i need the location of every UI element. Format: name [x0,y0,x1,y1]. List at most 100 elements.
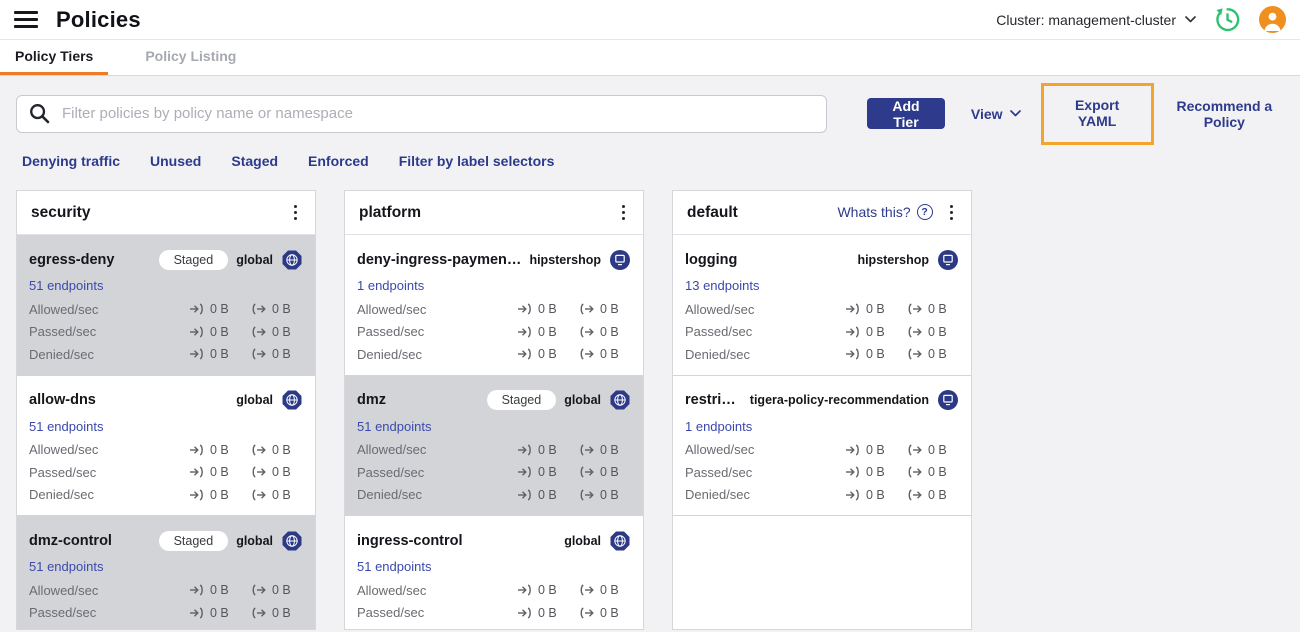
ingress-icon [518,584,531,596]
policy-card[interactable]: restricted tigera-policy-recommendation … [673,375,971,516]
kebab-menu-icon[interactable] [290,202,301,223]
policy-card[interactable]: ingress-control global 51 endpoints Allo… [345,516,643,630]
scope-label: hipstershop [529,252,601,267]
egress-group: 0 B [579,465,631,479]
ingress-value: 0 B [538,442,557,457]
ingress-group: 0 B [517,443,569,457]
egress-icon [580,607,594,619]
endpoints-link[interactable]: 51 endpoints [29,419,103,434]
egress-group: 0 B [251,583,303,597]
search-input[interactable] [60,104,814,123]
egress-group: 0 B [907,443,959,457]
metric-label: Allowed/sec [29,442,99,458]
egress-value: 0 B [928,465,947,480]
egress-value: 0 B [600,347,619,362]
tab-policy-listing[interactable]: Policy Listing [130,40,251,75]
endpoints-link[interactable]: 1 endpoints [685,419,752,434]
ingress-group: 0 B [517,465,569,479]
egress-group: 0 B [579,606,631,620]
egress-icon [252,584,266,596]
ingress-group: 0 B [189,325,241,339]
tier-column-platform: platform deny-ingress-paymentservi… hips… [344,190,644,630]
ingress-icon [517,629,533,630]
ingress-icon [518,444,531,456]
ingress-group: 0 B [189,606,241,620]
egress-value: 0 B [272,442,291,457]
policy-card[interactable]: allow-dns global 51 endpoints Allowed/se… [17,375,315,516]
cluster-selector[interactable]: Cluster: management-cluster [996,12,1196,28]
scope-label: tigera-policy-recommendation [749,393,929,407]
add-tier-button[interactable]: Add Tier [867,98,945,130]
metric-label: Denied/sec [29,487,95,503]
menu-icon[interactable] [14,9,38,30]
filter-enforced[interactable]: Enforced [308,153,369,169]
chevron-down-icon [1185,16,1196,23]
ingress-group: 0 B [517,488,569,502]
ingress-value: 0 B [210,605,229,620]
tier-help-link[interactable]: Whats this? ? [837,204,933,221]
egress-icon [580,444,594,456]
ingress-value: 0 B [210,628,229,629]
user-avatar[interactable] [1259,6,1286,33]
filter-filter-by-label-selectors[interactable]: Filter by label selectors [399,153,555,169]
policy-list: logging hipstershop 13 endpoints Allowed… [673,235,971,516]
export-yaml-button[interactable]: Export YAML [1061,97,1134,129]
egress-icon [908,348,922,360]
policy-card[interactable]: deny-ingress-paymentservi… hipstershop 1… [345,235,643,376]
metric-label: Allowed/sec [357,301,427,317]
tier-header: platform [345,191,643,235]
ingress-group: 0 B [189,465,241,479]
endpoints-link[interactable]: 51 endpoints [29,559,103,574]
ingress-icon [846,466,859,478]
recommend-policy-button[interactable]: Recommend a Policy [1165,98,1284,130]
ingress-icon [518,348,531,360]
endpoints-link[interactable]: 51 endpoints [29,278,103,293]
egress-value: 0 B [272,347,291,362]
egress-value: 0 B [928,302,947,317]
metric-rows: Allowed/sec 0 B 0 B Passed/sec [685,439,959,507]
endpoints-link[interactable]: 51 endpoints [357,419,431,434]
history-restore-icon[interactable] [1214,6,1241,33]
ingress-icon [190,348,203,360]
endpoints-link[interactable]: 51 endpoints [357,559,431,574]
ingress-group: 0 B [517,347,569,361]
endpoints-link[interactable]: 13 endpoints [685,278,759,293]
view-dropdown[interactable]: View [971,106,1021,122]
policy-card[interactable]: dmz Staged global 51 endpoints Allowed/s… [345,375,643,516]
ingress-value: 0 B [866,302,885,317]
ingress-value: 0 B [210,487,229,502]
ingress-group: 0 B [845,347,897,361]
kebab-menu-icon[interactable] [946,202,957,223]
filter-staged[interactable]: Staged [231,153,278,169]
metric-row: Allowed/sec 0 B 0 B [29,579,303,602]
metric-label: Passed/sec [685,464,753,480]
egress-icon [908,326,922,338]
endpoints-link[interactable]: 1 endpoints [357,278,424,293]
global-icon [609,530,631,552]
tab-policy-tiers[interactable]: Policy Tiers [0,40,109,75]
policy-card[interactable]: dmz-control Staged global 51 endpoints A… [17,516,315,630]
ingress-value: 0 B [866,465,885,480]
ingress-value: 0 B [538,302,557,317]
filter-unused[interactable]: Unused [150,153,201,169]
metric-label: Allowed/sec [357,442,427,458]
egress-icon [252,466,266,478]
filter-denying-traffic[interactable]: Denying traffic [22,153,120,169]
egress-value: 0 B [928,487,947,502]
ingress-value: 0 B [210,347,229,362]
tier-column-default: default Whats this? ? logging hipstersho… [672,190,972,630]
cluster-selector-label: Cluster: management-cluster [996,11,1176,28]
egress-icon [251,629,267,630]
metric-rows: Allowed/sec 0 B 0 B Passed/sec [357,298,631,366]
scope-label: global [236,252,273,267]
egress-icon [252,444,266,456]
policy-card[interactable]: egress-deny Staged global 51 endpoints A… [17,235,315,376]
egress-value: 0 B [272,583,291,598]
ingress-value: 0 B [538,605,557,620]
policy-card[interactable]: logging hipstershop 13 endpoints Allowed… [673,235,971,376]
metric-label: Allowed/sec [685,442,755,458]
ingress-group: 0 B [845,465,897,479]
metric-label: Denied/sec [685,346,751,362]
question-circle-icon: ? [916,204,933,221]
kebab-menu-icon[interactable] [618,202,629,223]
